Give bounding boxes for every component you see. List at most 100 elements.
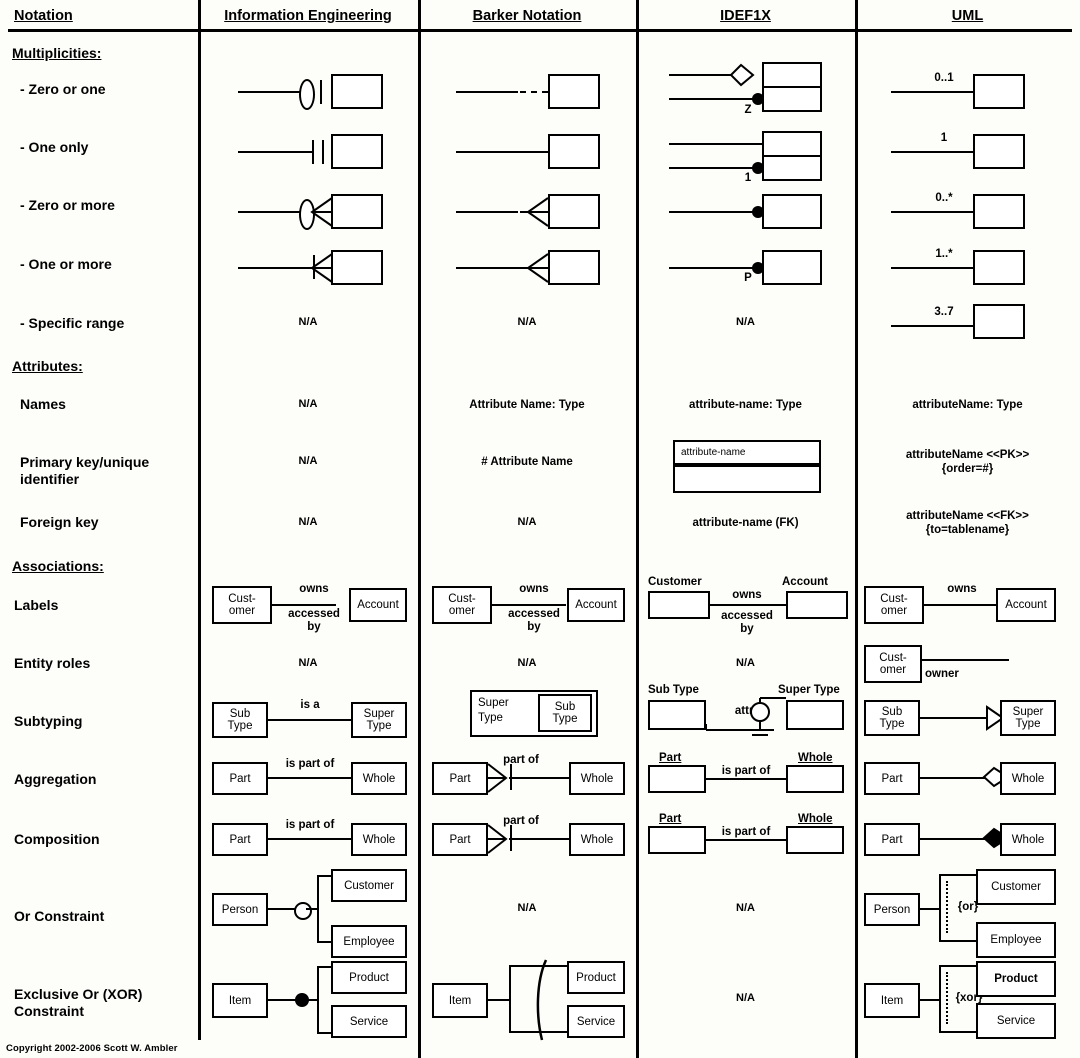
entity-header-part: Part	[659, 813, 682, 825]
column-divider-2	[418, 0, 421, 1058]
section-label-attributes: Attributes:	[12, 358, 83, 374]
uml-one-only-multiplicity: 1	[940, 132, 948, 144]
diamond-icon	[729, 63, 755, 87]
entity-service: Service	[331, 1005, 407, 1038]
association-label-owns: owns	[519, 583, 549, 595]
column-header-uml: UML	[951, 8, 984, 24]
entity-whole: Whole	[351, 762, 407, 795]
association-label-owns: owns	[299, 583, 329, 595]
column-header-information-engineering: Information Engineering	[224, 8, 392, 24]
entity-service: Service	[567, 1005, 625, 1038]
association-label-is-part-of: is part of	[285, 819, 335, 831]
entity-part: Part	[212, 823, 268, 856]
association-label-accessed-by: accessed by	[508, 608, 560, 633]
barker-names-value: Attribute Name: Type	[469, 399, 585, 411]
column-header-notation: Notation	[14, 8, 73, 24]
entity-whole: Whole	[1000, 762, 1056, 795]
row-label-primary-key: Primary key/unique identifier	[20, 454, 200, 488]
row-label-one-or-more: - One or more	[20, 256, 112, 272]
idef1x-pk-attribute: attribute-name	[673, 440, 821, 465]
entity-part: Part	[864, 762, 920, 795]
entity-super-type: Super Type	[351, 702, 407, 738]
entity-person: Person	[864, 893, 920, 926]
idef1x-names-value: attribute-name: Type	[689, 399, 802, 411]
uml-fk-line2: {to=tablename}	[925, 524, 1010, 536]
ie-names-na: N/A	[298, 398, 318, 410]
entity-product: Product	[567, 961, 625, 994]
entity-customer: Cust- omer	[432, 586, 492, 624]
entity-header-whole: Whole	[798, 813, 833, 825]
uml-specific-range-multiplicity: 3..7	[934, 306, 954, 318]
entity-person: Person	[212, 893, 268, 926]
entity-item: Item	[432, 983, 488, 1018]
idef1x-xor-constraint-na: N/A	[736, 992, 755, 1004]
uml-pk-line1: attributeName <<PK>>	[905, 449, 1030, 461]
entity-customer: Cust- omer	[212, 586, 272, 624]
entity-header-super-type: Super Type	[778, 684, 840, 696]
entity-service: Service	[976, 1003, 1056, 1039]
entity-employee: Employee	[976, 922, 1056, 958]
ie-specific-range-na: N/A	[298, 316, 318, 328]
ie-primary-key-na: N/A	[298, 455, 318, 467]
entity-product: Product	[976, 961, 1056, 997]
association-label-part-of: part of	[503, 754, 539, 766]
association-label-is-part-of: is part of	[721, 826, 771, 838]
idef1x-specific-range-na: N/A	[736, 316, 755, 328]
entity-part: Part	[432, 823, 488, 856]
uml-zero-or-more-multiplicity: 0..*	[935, 192, 953, 204]
barker-specific-range-na: N/A	[517, 316, 537, 328]
association-label-part-of: part of	[503, 815, 539, 827]
uml-fk-line1: attributeName <<FK>>	[906, 510, 1029, 522]
row-label-foreign-key: Foreign key	[20, 514, 99, 530]
barker-or-constraint-na: N/A	[517, 902, 537, 914]
uml-zero-or-one-multiplicity: 0..1	[934, 72, 954, 84]
entity-header-account: Account	[782, 576, 828, 588]
entity-product: Product	[331, 961, 407, 994]
entity-customer: Cust- omer	[864, 645, 922, 683]
association-label-accessed-by: accessed by	[288, 608, 340, 633]
entity-whole: Whole	[569, 762, 625, 795]
entity-whole: Whole	[351, 823, 407, 856]
association-label-is-part-of: is part of	[285, 758, 335, 770]
entity-account: Account	[996, 588, 1056, 622]
idef1x-subtype-symbol-icon	[705, 697, 786, 736]
barker-entity-roles-na: N/A	[517, 657, 537, 669]
uml-primary-key-value: attributeName <<PK>> {order=#}	[855, 448, 1080, 476]
barker-xor-arc-connector	[509, 959, 568, 1041]
entity-header-sub-type: Sub Type	[648, 684, 699, 696]
entity-whole: Whole	[1000, 823, 1056, 856]
row-label-xor-constraint-line2: Constraint	[14, 1003, 84, 1019]
crows-foot-icon	[526, 253, 549, 283]
row-label-zero-or-more: - Zero or more	[20, 197, 115, 213]
idef1x-foreign-key-value: attribute-name (FK)	[692, 517, 799, 529]
entity-super-type: Super Type	[1000, 700, 1056, 736]
section-label-multiplicities: Multiplicities:	[12, 45, 102, 61]
row-label-xor-constraint-line1: Exclusive Or (XOR)	[14, 986, 143, 1002]
role-label-owner: owner	[925, 668, 959, 680]
row-label-specific-range: - Specific range	[20, 315, 125, 331]
association-label-is-part-of: is part of	[721, 765, 771, 777]
column-header-idef1x: IDEF1X	[720, 8, 771, 24]
row-label-primary-key-line1: Primary key/unique	[20, 454, 150, 470]
idef1x-one-only-marker: 1	[744, 172, 752, 184]
row-label-one-only: - One only	[20, 139, 89, 155]
uml-pk-line2: {order=#}	[941, 463, 994, 475]
idef1x-entity-roles-na: N/A	[736, 657, 755, 669]
row-label-zero-or-one: - Zero or one	[20, 81, 106, 97]
ie-entity-roles-na: N/A	[298, 657, 318, 669]
association-label-owns: owns	[947, 583, 977, 595]
row-label-labels: Labels	[14, 597, 59, 613]
row-label-names: Names	[20, 396, 66, 412]
row-label-subtyping: Subtyping	[14, 713, 83, 729]
crows-foot-icon	[526, 197, 549, 227]
idef1x-zero-or-one-marker: Z	[744, 104, 752, 116]
entity-sub-type: Sub Type	[212, 702, 268, 738]
barker-primary-key-value: # Attribute Name	[481, 456, 573, 468]
uml-one-or-more-multiplicity: 1..*	[935, 248, 953, 260]
entity-customer: Cust- omer	[864, 586, 924, 624]
section-label-associations: Associations:	[12, 558, 104, 574]
uml-names-value: attributeName: Type	[912, 399, 1023, 411]
entity-customer: Customer	[976, 869, 1056, 905]
row-label-composition: Composition	[14, 831, 100, 847]
entity-employee: Employee	[331, 925, 407, 958]
